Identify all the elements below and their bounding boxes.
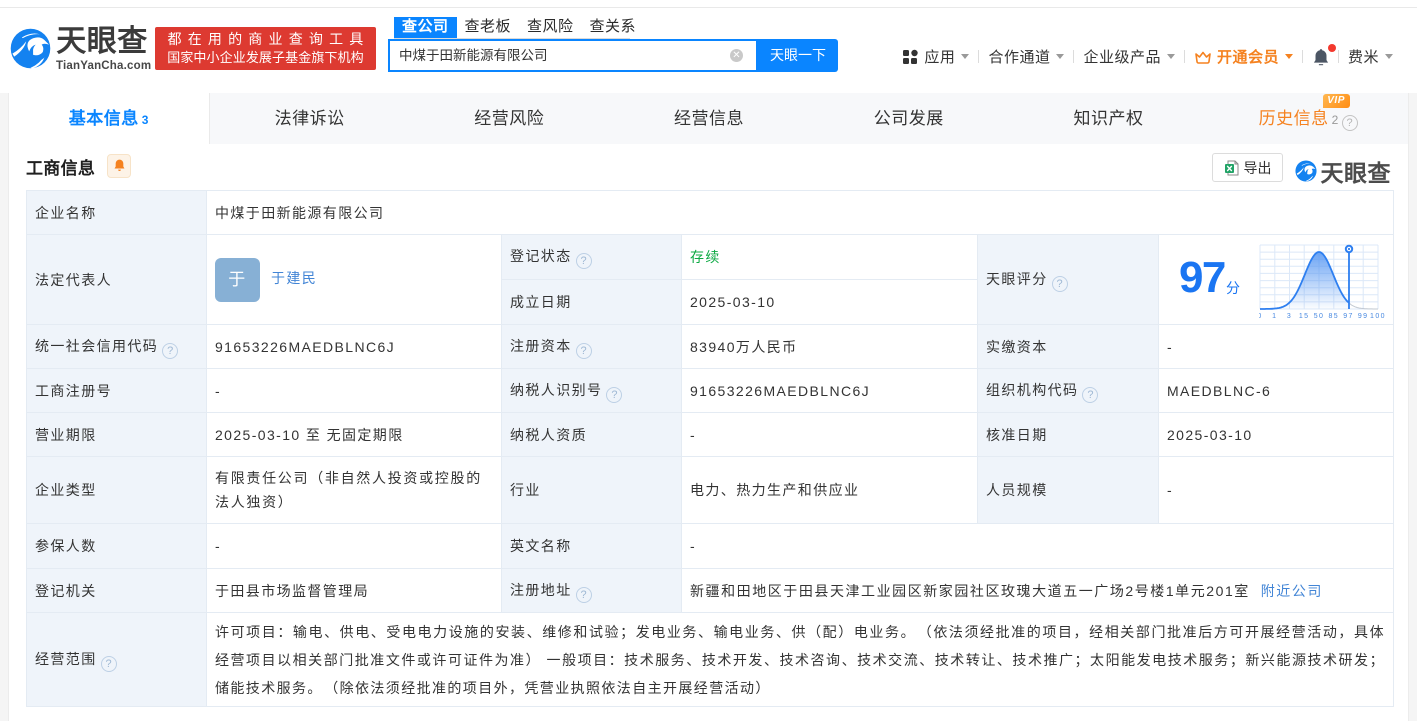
svg-text:50: 50 [1314,313,1325,320]
svg-text:3: 3 [1287,313,1292,320]
svg-text:99: 99 [1358,313,1369,320]
svg-text:100: 100 [1370,313,1386,320]
svg-text:85: 85 [1329,313,1340,320]
svg-text:97: 97 [1343,313,1354,320]
svg-text:15: 15 [1299,313,1310,320]
svg-text:0: 0 [1259,313,1263,320]
svg-text:1: 1 [1272,313,1277,320]
